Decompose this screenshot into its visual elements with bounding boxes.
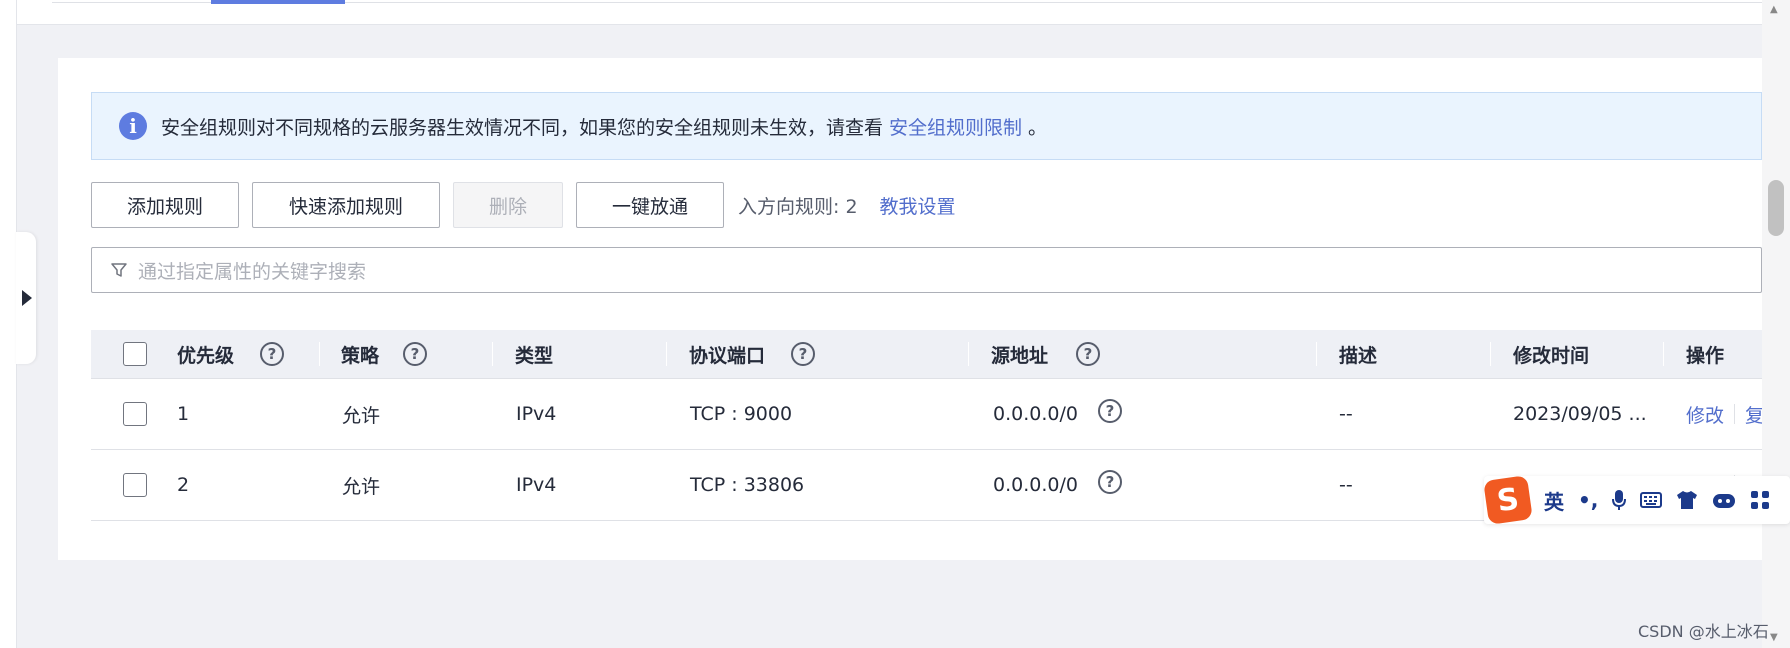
inbound-rule-count: 入方向规则: 2 — [738, 195, 858, 218]
header-modified: 修改时间 — [1513, 344, 1590, 367]
help-icon[interactable]: ? — [1097, 399, 1122, 423]
sidebar-toggle[interactable] — [16, 232, 36, 364]
active-tab-indicator — [211, 0, 345, 4]
one-click-open-button[interactable]: 一键放通 — [576, 182, 724, 228]
help-icon[interactable]: ? — [791, 342, 816, 366]
notice-text: 安全组规则对不同规格的云服务器生效情况不同，如果您的安全组规则未生效，请查看 — [161, 116, 884, 139]
cell-policy: 允许 — [342, 404, 381, 427]
filter-icon — [111, 263, 127, 277]
expand-arrow-icon — [22, 290, 32, 306]
search-input[interactable]: 通过指定属性的关键字搜索 — [91, 247, 1762, 293]
skin-icon[interactable] — [1676, 490, 1698, 510]
scroll-up-icon[interactable]: ▲ — [1770, 4, 1778, 15]
help-icon[interactable]: ? — [260, 342, 285, 366]
gamepad-icon[interactable] — [1712, 491, 1736, 509]
search-placeholder: 通过指定属性的关键字搜索 — [138, 260, 367, 283]
ime-punctuation-toggle[interactable]: •, — [1578, 488, 1598, 512]
header-protocol-port: 协议端口 ? — [689, 330, 816, 378]
row-checkbox[interactable] — [123, 473, 147, 497]
cell-protocol-port: TCP : 9000 — [690, 403, 793, 425]
help-icon[interactable]: ? — [403, 342, 428, 366]
apps-grid-icon[interactable] — [1750, 490, 1770, 510]
info-icon: i — [119, 112, 147, 140]
help-icon[interactable]: ? — [1097, 470, 1122, 494]
table-row: 1 允许 IPv4 TCP : 9000 0.0.0.0/0 ? -- 2023… — [91, 379, 1764, 450]
watermark: CSDN @水上冰石 — [1638, 622, 1769, 641]
add-rule-button[interactable]: 添加规则 — [91, 182, 239, 228]
quick-add-rule-button[interactable]: 快速添加规则 — [252, 182, 440, 228]
header-priority: 优先级 ? — [177, 330, 285, 378]
tab-strip — [17, 0, 1762, 25]
vertical-scrollbar[interactable]: ▲ ▼ — [1762, 0, 1790, 648]
help-icon[interactable]: ? — [1076, 342, 1101, 366]
sogou-logo-icon[interactable]: S — [1483, 475, 1533, 525]
header-source: 源地址 ? — [991, 330, 1101, 378]
left-gutter — [0, 0, 17, 648]
cell-type: IPv4 — [516, 403, 557, 425]
ime-language-toggle[interactable]: 英 — [1544, 486, 1564, 515]
cell-source: 0.0.0.0/0 ? — [993, 450, 1122, 520]
cell-type: IPv4 — [516, 474, 557, 496]
cell-policy: 允许 — [342, 475, 381, 498]
table-header: 优先级 ? 策略 ? 类型 协议端口 ? 源地址 ? 描述 修改时间 操作 — [91, 330, 1762, 379]
row-checkbox[interactable] — [123, 402, 147, 426]
header-type: 类型 — [515, 344, 554, 367]
cell-priority: 2 — [177, 474, 190, 496]
notice-suffix: 。 — [1028, 116, 1048, 139]
keyboard-icon[interactable] — [1640, 492, 1663, 508]
security-rule-limit-link[interactable]: 安全组规则限制 — [889, 113, 1022, 140]
cell-description: -- — [1339, 474, 1353, 496]
ime-toolbar: S 英 •, — [1483, 475, 1790, 525]
cell-priority: 1 — [177, 403, 190, 425]
delete-button[interactable]: 删除 — [453, 182, 563, 228]
microphone-icon[interactable] — [1612, 489, 1627, 511]
notice-banner: i 安全组规则对不同规格的云服务器生效情况不同，如果您的安全组规则未生效，请查看… — [91, 92, 1762, 160]
header-actions: 操作 — [1686, 344, 1725, 367]
select-all-checkbox[interactable] — [123, 342, 147, 366]
toolbar: 添加规则 快速添加规则 删除 一键放通 入方向规则: 2 教我设置 — [91, 181, 956, 229]
cell-source: 0.0.0.0/0 ? — [993, 379, 1122, 449]
teach-me-link[interactable]: 教我设置 — [880, 192, 956, 219]
edit-link[interactable]: 修改 — [1686, 401, 1724, 428]
cell-protocol-port: TCP : 33806 — [690, 474, 805, 496]
cell-modified: 2023/09/05 ... — [1513, 403, 1647, 425]
header-description: 描述 — [1339, 344, 1378, 367]
cell-actions: 修改 复 — [1686, 379, 1764, 449]
scroll-down-icon[interactable]: ▼ — [1770, 632, 1778, 643]
scrollbar-thumb[interactable] — [1768, 180, 1784, 236]
header-policy: 策略 ? — [341, 330, 428, 378]
cell-description: -- — [1339, 403, 1353, 425]
